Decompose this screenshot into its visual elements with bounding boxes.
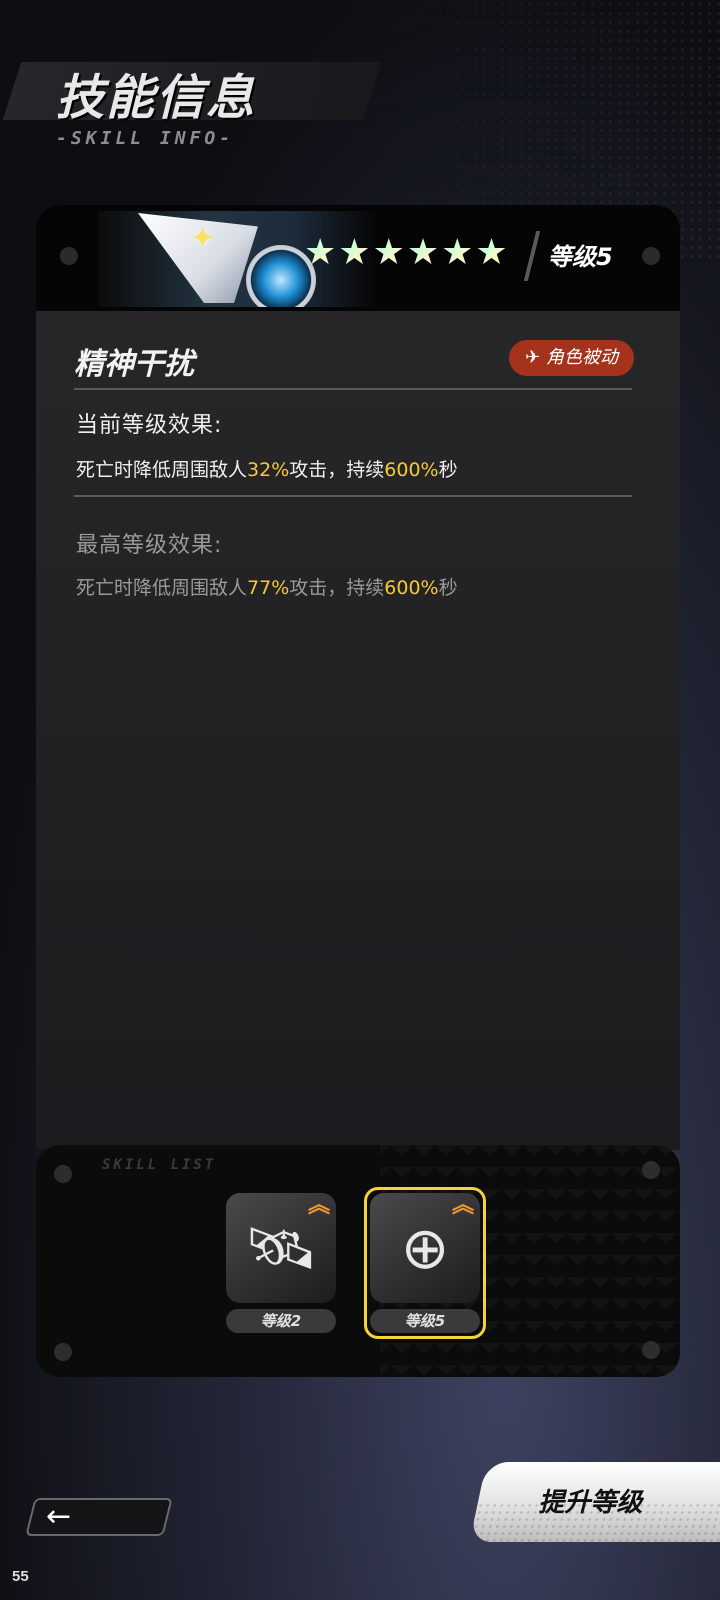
skill-card[interactable]: 🛰 ︽ 等级2 bbox=[226, 1193, 336, 1333]
skill-list-panel: SKILL LIST 🛰 ︽ 等级2 ⊕ ︽ 等级5 bbox=[36, 1145, 680, 1377]
banner-rivet bbox=[60, 247, 78, 265]
star-icon: ★ bbox=[406, 232, 440, 273]
star-rating: ★ ★ ★ ★ ★ ★ bbox=[304, 233, 508, 273]
skill-banner: ✦ ★ ★ ★ ★ ★ ★ 等级5 bbox=[36, 205, 680, 311]
skill-list-title: SKILL LIST bbox=[102, 1157, 217, 1173]
effect-text: 攻击，持续 bbox=[289, 577, 385, 599]
skill-title-row: 精神干扰 ✈ 角色被动 bbox=[74, 339, 634, 385]
max-level-effect: 死亡时降低周围敌人77%攻击，持续600%秒 bbox=[76, 573, 458, 600]
panel-rivet bbox=[642, 1161, 660, 1179]
skill-type-label: 角色被动 bbox=[546, 347, 618, 368]
page-header: 技能信息 -SKILL INFO- bbox=[0, 50, 400, 160]
skill-card-selected[interactable]: ⊕ ︽ 等级5 bbox=[364, 1187, 486, 1339]
back-button[interactable]: ← bbox=[25, 1498, 173, 1536]
skill-name: 精神干扰 bbox=[74, 347, 194, 382]
panel-rivet bbox=[54, 1165, 72, 1183]
page-number: 55 bbox=[12, 1568, 29, 1585]
divider bbox=[74, 388, 632, 390]
upgrade-level-label: 提升等级 bbox=[538, 1488, 643, 1518]
page-title: 技能信息 bbox=[56, 70, 257, 126]
panel-rivet bbox=[642, 1341, 660, 1359]
back-arrow-icon: ← bbox=[46, 1499, 72, 1534]
star-icon: ★ bbox=[304, 232, 337, 273]
effect-text: 秒 bbox=[438, 459, 458, 481]
max-level-label: 最高等级效果: bbox=[76, 533, 223, 558]
star-icon: ★ bbox=[441, 232, 474, 273]
current-level-label: 当前等级效果: bbox=[76, 413, 223, 438]
effect-value: 600% bbox=[384, 459, 439, 481]
skill-level: 等级5 bbox=[548, 243, 613, 271]
skill-type-badge: ✈ 角色被动 bbox=[509, 340, 634, 376]
current-level-effect: 死亡时降低周围敌人32%攻击，持续600%秒 bbox=[76, 455, 458, 482]
skill-card-level: 等级5 bbox=[370, 1309, 480, 1333]
star-icon: ★ bbox=[372, 232, 405, 273]
upgrade-arrow-icon: ︽ bbox=[451, 1193, 474, 1218]
effect-value: 77% bbox=[247, 577, 290, 599]
star-icon: ★ bbox=[475, 232, 508, 273]
effect-value: 600% bbox=[384, 577, 439, 599]
effect-text: 攻击，持续 bbox=[289, 459, 385, 481]
level-divider bbox=[523, 231, 541, 281]
effect-text: 死亡时降低周围敌人 bbox=[76, 577, 248, 599]
divider bbox=[74, 495, 632, 497]
panel-rivet bbox=[54, 1343, 72, 1361]
effect-text: 死亡时降低周围敌人 bbox=[76, 459, 248, 481]
skill-card-level: 等级2 bbox=[226, 1309, 336, 1333]
skill-detail-panel: ✦ ★ ★ ★ ★ ★ ★ 等级5 精神干扰 ✈ 角色被动 当前等级效果: 死亡… bbox=[36, 205, 680, 1150]
banner-rivet bbox=[642, 247, 660, 265]
effect-text: 秒 bbox=[438, 577, 458, 599]
star-icon: ★ bbox=[338, 232, 371, 273]
upgrade-level-button[interactable]: 提升等级 bbox=[469, 1462, 720, 1542]
plane-icon: ✈ bbox=[525, 347, 541, 368]
upgrade-arrow-icon: ︽ bbox=[307, 1193, 330, 1218]
page-subtitle: -SKILL INFO- bbox=[56, 128, 235, 149]
gem-icon: ✦ bbox=[190, 221, 216, 256]
effect-value: 32% bbox=[247, 459, 290, 481]
